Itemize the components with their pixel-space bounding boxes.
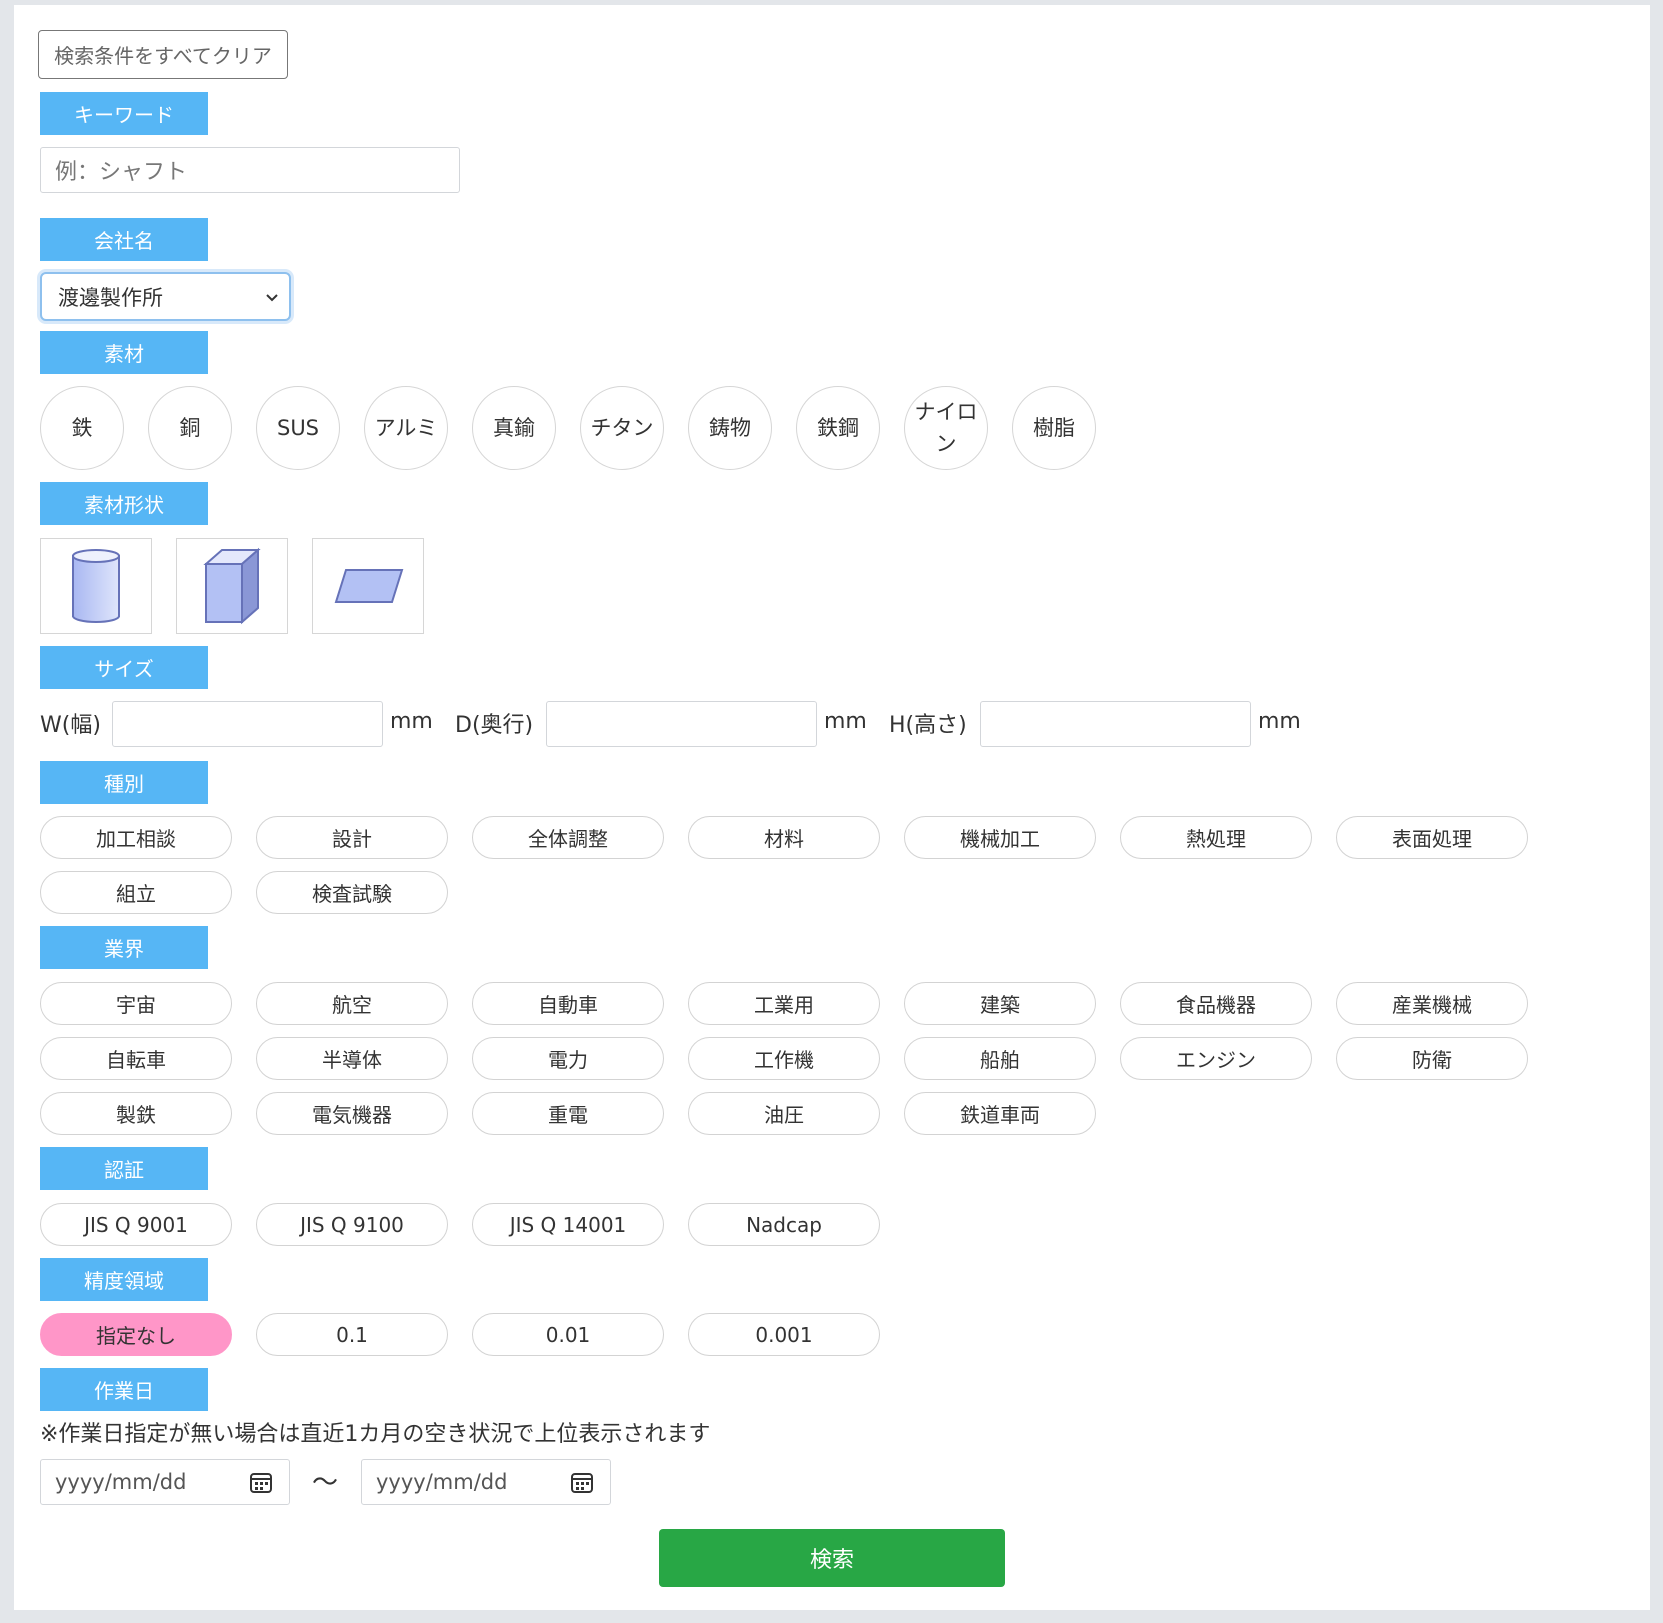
industry-option[interactable]: 建築 xyxy=(904,982,1096,1025)
material-option[interactable]: 鉄鋼 xyxy=(796,386,880,470)
industry-option[interactable]: エンジン xyxy=(1120,1037,1312,1080)
certification-option[interactable]: JIS Q 9001 xyxy=(40,1203,232,1246)
category-label: 種別 xyxy=(40,761,208,804)
category-option[interactable]: 全体調整 xyxy=(472,816,664,859)
industry-option[interactable]: 宇宙 xyxy=(40,982,232,1025)
material-option[interactable]: SUS xyxy=(256,386,340,470)
industry-option[interactable]: 産業機械 xyxy=(1336,982,1528,1025)
industry-option[interactable]: 半導体 xyxy=(256,1037,448,1080)
height-input[interactable] xyxy=(980,701,1251,747)
certification-label: 認証 xyxy=(40,1147,208,1190)
precision-option-selected[interactable]: 指定なし xyxy=(40,1313,232,1356)
calendar-icon[interactable] xyxy=(249,1470,273,1494)
category-option[interactable]: 熱処理 xyxy=(1120,816,1312,859)
width-label: W(幅) xyxy=(40,713,101,738)
date-from-placeholder: yyyy/mm/dd xyxy=(55,1470,187,1494)
depth-unit: mm xyxy=(824,709,867,734)
material-option[interactable]: 真鍮 xyxy=(472,386,556,470)
size-label: サイズ xyxy=(40,646,208,689)
shape-option-square[interactable] xyxy=(176,538,288,634)
work-date-label: 作業日 xyxy=(40,1368,208,1411)
industry-option[interactable]: 鉄道車両 xyxy=(904,1092,1096,1135)
company-select[interactable]: 渡邊製作所 xyxy=(40,272,291,321)
material-option[interactable]: 鋳物 xyxy=(688,386,772,470)
material-option[interactable]: アルミ xyxy=(364,386,448,470)
industry-option[interactable]: 船舶 xyxy=(904,1037,1096,1080)
precision-label: 精度領域 xyxy=(40,1258,208,1301)
precision-option[interactable]: 0.001 xyxy=(688,1313,880,1356)
industry-option[interactable]: 重電 xyxy=(472,1092,664,1135)
material-option[interactable]: ナイロン xyxy=(904,386,988,470)
clear-all-button[interactable]: 検索条件をすべてクリア xyxy=(38,30,288,79)
industry-option[interactable]: 工業用 xyxy=(688,982,880,1025)
material-option[interactable]: 鉄 xyxy=(40,386,124,470)
category-option[interactable]: 検査試験 xyxy=(256,871,448,914)
height-unit: mm xyxy=(1258,709,1301,734)
category-option[interactable]: 表面処理 xyxy=(1336,816,1528,859)
cylinder-icon xyxy=(72,549,120,623)
industry-option[interactable]: 自動車 xyxy=(472,982,664,1025)
category-option[interactable]: 設計 xyxy=(256,816,448,859)
chevron-down-icon xyxy=(266,293,278,301)
precision-option[interactable]: 0.01 xyxy=(472,1313,664,1356)
category-option[interactable]: 加工相談 xyxy=(40,816,232,859)
industry-option[interactable]: 電力 xyxy=(472,1037,664,1080)
width-unit: mm xyxy=(390,709,433,734)
height-label: H(高さ) xyxy=(889,713,967,738)
company-select-value: 渡邊製作所 xyxy=(58,285,163,310)
company-label: 会社名 xyxy=(40,218,208,261)
shape-option-plate[interactable] xyxy=(312,538,424,634)
search-button[interactable]: 検索 xyxy=(659,1529,1005,1587)
depth-input[interactable] xyxy=(546,701,817,747)
material-option[interactable]: チタン xyxy=(580,386,664,470)
date-to-input[interactable]: yyyy/mm/dd xyxy=(361,1459,611,1505)
box-icon xyxy=(203,547,261,625)
search-panel xyxy=(14,5,1650,1610)
certification-option[interactable]: JIS Q 9100 xyxy=(256,1203,448,1246)
industry-option[interactable]: 電気機器 xyxy=(256,1092,448,1135)
industry-option[interactable]: 自転車 xyxy=(40,1037,232,1080)
industry-option[interactable]: 油圧 xyxy=(688,1092,880,1135)
depth-label: D(奥行) xyxy=(455,713,534,738)
industry-option[interactable]: 食品機器 xyxy=(1120,982,1312,1025)
plate-icon xyxy=(334,569,404,603)
keyword-label: キーワード xyxy=(40,92,208,135)
industry-option[interactable]: 防衛 xyxy=(1336,1037,1528,1080)
keyword-input[interactable]: 例：シャフト xyxy=(40,147,460,193)
certification-option[interactable]: JIS Q 14001 xyxy=(472,1203,664,1246)
date-range-separator: ～ xyxy=(312,1468,339,1498)
industry-label: 業界 xyxy=(40,926,208,969)
calendar-icon[interactable] xyxy=(570,1470,594,1494)
material-option[interactable]: 樹脂 xyxy=(1012,386,1096,470)
work-date-note: ※作業日指定が無い場合は直近1カ月の空き状況で上位表示されます xyxy=(40,1422,711,1447)
category-option[interactable]: 材料 xyxy=(688,816,880,859)
shape-label: 素材形状 xyxy=(40,482,208,525)
precision-option[interactable]: 0.1 xyxy=(256,1313,448,1356)
date-from-input[interactable]: yyyy/mm/dd xyxy=(40,1459,290,1505)
category-option[interactable]: 組立 xyxy=(40,871,232,914)
certification-option[interactable]: Nadcap xyxy=(688,1203,880,1246)
category-option[interactable]: 機械加工 xyxy=(904,816,1096,859)
industry-option[interactable]: 工作機 xyxy=(688,1037,880,1080)
industry-option[interactable]: 航空 xyxy=(256,982,448,1025)
material-label: 素材 xyxy=(40,331,208,374)
material-option[interactable]: 銅 xyxy=(148,386,232,470)
date-to-placeholder: yyyy/mm/dd xyxy=(376,1470,508,1494)
width-input[interactable] xyxy=(112,701,383,747)
shape-option-round[interactable] xyxy=(40,538,152,634)
industry-option[interactable]: 製鉄 xyxy=(40,1092,232,1135)
